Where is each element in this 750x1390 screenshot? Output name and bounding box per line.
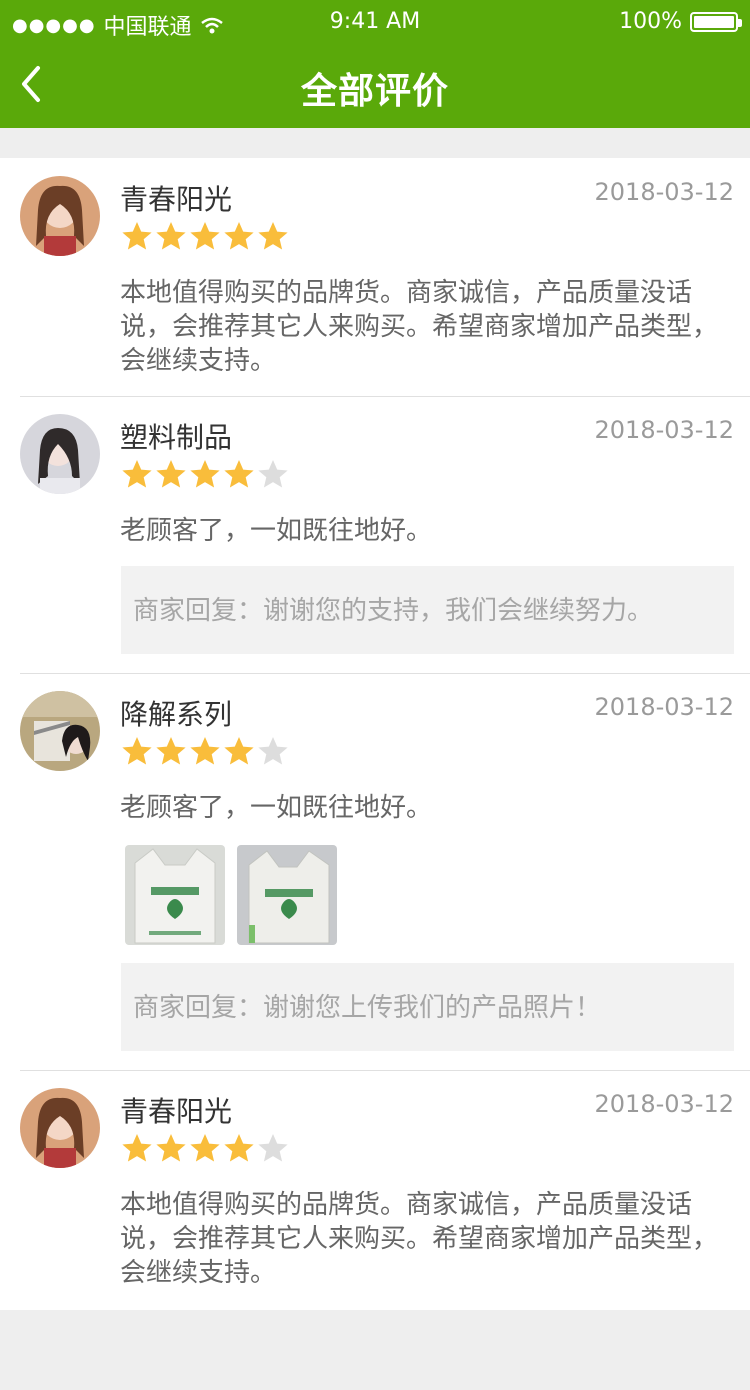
page-title: 全部评价 [300, 71, 449, 112]
star-rating [120, 1132, 290, 1164]
review-item: 塑料制品 2018-03-12 老顾客了，一如既往地好。 商家回复：谢谢您的支持… [0, 396, 750, 673]
star-empty-icon [258, 737, 288, 765]
app-header: ●●●●● 中国联通 9:41 AM 100% 全部评价 [0, 0, 750, 128]
review-photo[interactable] [237, 845, 337, 945]
star-filled-icon [190, 1134, 220, 1162]
reviewer-name: 青春阳光 [120, 183, 233, 216]
reviewer-name: 降解系列 [120, 698, 233, 731]
photo-list [125, 845, 734, 945]
reviewer-name: 青春阳光 [120, 1095, 233, 1128]
star-filled-icon [122, 460, 152, 488]
star-filled-icon [224, 1134, 254, 1162]
star-filled-icon [156, 737, 186, 765]
avatar[interactable] [20, 414, 100, 494]
star-filled-icon [122, 737, 152, 765]
review-date: 2018-03-12 [594, 416, 734, 444]
review-photo[interactable] [125, 845, 225, 945]
star-filled-icon [224, 222, 254, 250]
reviewer-name: 塑料制品 [120, 421, 233, 454]
star-filled-icon [190, 737, 220, 765]
star-filled-icon [190, 460, 220, 488]
avatar[interactable] [20, 691, 100, 771]
review-item: 青春阳光 2018-03-12 本地值得购买的品牌货。商家诚信，产品质量没话说，… [0, 1070, 750, 1310]
star-filled-icon [156, 222, 186, 250]
star-filled-icon [122, 1134, 152, 1162]
star-filled-icon [224, 460, 254, 488]
avatar[interactable] [20, 1088, 100, 1168]
avatar[interactable] [20, 176, 100, 256]
battery-icon [690, 11, 742, 32]
star-filled-icon [190, 222, 220, 250]
battery-percent: 100% [619, 9, 682, 34]
star-rating [120, 735, 290, 767]
status-bar: ●●●●● 中国联通 9:41 AM 100% [0, 0, 750, 44]
review-date: 2018-03-12 [594, 178, 734, 206]
star-filled-icon [258, 222, 288, 250]
star-empty-icon [258, 1134, 288, 1162]
review-item: 降解系列 2018-03-12 老顾客了，一如既往地好。 商家回复：谢谢您上传我… [0, 673, 750, 1070]
status-right: 100% [619, 9, 742, 34]
star-filled-icon [156, 1134, 186, 1162]
review-item: 青春阳光 2018-03-12 本地值得购买的品牌货。商家诚信，产品质量没话说，… [0, 158, 750, 396]
star-rating [120, 220, 290, 252]
review-list: 青春阳光 2018-03-12 本地值得购买的品牌货。商家诚信，产品质量没话说，… [0, 158, 750, 1310]
review-date: 2018-03-12 [594, 693, 734, 721]
star-filled-icon [224, 737, 254, 765]
star-rating [120, 458, 290, 490]
merchant-reply: 商家回复：谢谢您上传我们的产品照片！ [121, 963, 734, 1051]
star-empty-icon [258, 460, 288, 488]
star-filled-icon [122, 222, 152, 250]
merchant-reply: 商家回复：谢谢您的支持，我们会继续努力。 [121, 566, 734, 654]
star-filled-icon [156, 460, 186, 488]
review-date: 2018-03-12 [594, 1090, 734, 1118]
